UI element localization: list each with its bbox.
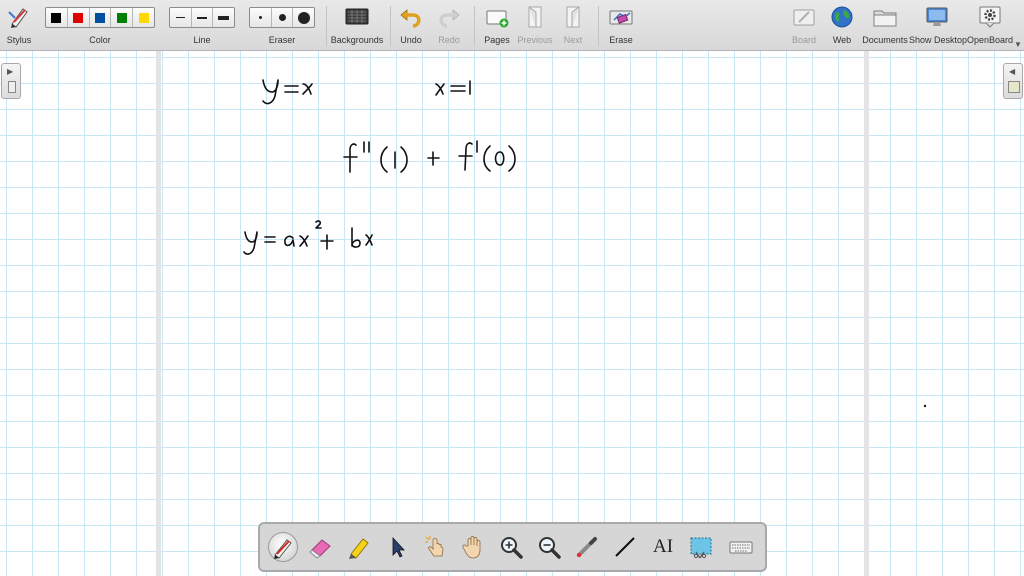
text-tool-label: AI (652, 536, 674, 557)
pen-icon (274, 539, 292, 559)
ink-stroke-y-equals-x (262, 79, 313, 105)
ink-layer (243, 79, 927, 408)
zoom-in-icon (501, 537, 523, 559)
line-tool[interactable] (610, 532, 640, 562)
virtual-keyboard-tool[interactable] (726, 532, 756, 562)
highlighter-icon (349, 538, 369, 559)
open-hand-icon (462, 536, 481, 559)
eraser-icon (309, 539, 331, 559)
cursor-arrow-icon (392, 536, 405, 558)
hand-tool[interactable] (458, 532, 488, 562)
select-tool[interactable] (382, 532, 412, 562)
line-icon (615, 537, 635, 557)
text-tool[interactable]: AI (648, 532, 678, 562)
zoom-out-icon (539, 537, 561, 559)
screen-capture-icon (690, 537, 712, 559)
ink-stroke-quadratic (243, 220, 373, 255)
zoom-in-tool[interactable] (496, 532, 526, 562)
ink-dot (923, 404, 927, 408)
laser-pointer-tool[interactable] (572, 532, 602, 562)
ink-stroke-x-equals-1 (435, 80, 471, 96)
pointing-hand-icon (425, 536, 444, 557)
pen-tool[interactable] (268, 532, 298, 562)
laser-pointer-icon (576, 537, 597, 558)
keyboard-icon (729, 541, 753, 554)
capture-tool[interactable] (686, 532, 716, 562)
ink-stroke-f-expression (343, 140, 516, 173)
eraser-tool[interactable] (306, 532, 336, 562)
highlighter-tool[interactable] (344, 532, 374, 562)
interact-tool[interactable] (420, 532, 450, 562)
stylus-palette: AI (258, 522, 767, 572)
zoom-out-tool[interactable] (534, 532, 564, 562)
